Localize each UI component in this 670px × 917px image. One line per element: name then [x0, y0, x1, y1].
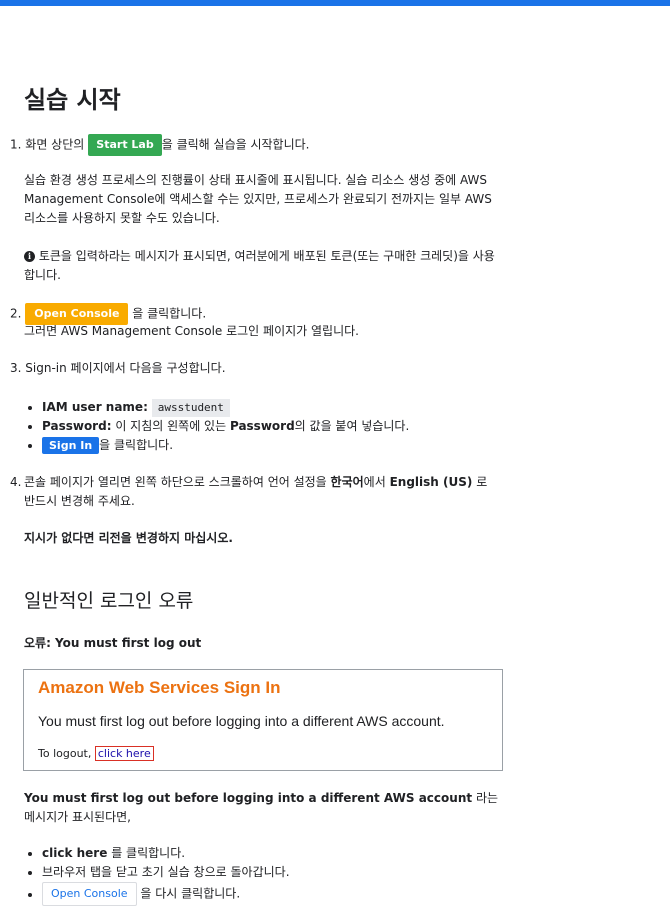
- password-bold: Password: [229, 419, 295, 433]
- logout-text: To logout,: [38, 747, 92, 760]
- step-4: 콘솔 페이지가 열리면 왼쪽 하단으로 스크롤하여 언어 설정을 한국어에서 E…: [24, 473, 496, 511]
- signin-box-title: Amazon Web Services Sign In: [38, 678, 281, 697]
- step-2-text-post: 을 클릭합니다.: [132, 306, 207, 321]
- bullet-3-rest: 을 다시 클릭합니다.: [140, 886, 241, 901]
- sign-in-button[interactable]: Sign In: [42, 437, 100, 454]
- step-3: 3. Sign-in 페이지에서 다음을 구성합니다.: [10, 359, 226, 378]
- signin-box-message: You must first log out before logging in…: [38, 713, 445, 729]
- aws-signin-screenshot: Amazon Web Services Sign In You must fir…: [23, 669, 503, 771]
- step-4-text-1: 콘솔 페이지가 열리면 왼쪽 하단으로 스크롤하여 언어 설정을: [24, 475, 327, 489]
- region-warning-text: 지시가 없다면 리전을 변경하지 마십시오.: [24, 531, 233, 545]
- step-1-text-pre: 화면 상단의: [25, 137, 85, 152]
- step-number: 2.: [10, 306, 22, 321]
- list-item: 브라우저 탭을 닫고 초기 실습 창으로 돌아갑니다.: [42, 863, 290, 882]
- password-text-2: 의 값을 붙여 넣습니다.: [294, 419, 410, 433]
- list-item: click here 를 클릭합니다.: [42, 844, 290, 863]
- step-1-note: i 토큰을 입력하라는 메시지가 표시되면, 여러분에게 배포된 토큰(또는 구…: [24, 247, 504, 285]
- password-label: Password:: [42, 419, 112, 433]
- top-accent-bar: [0, 0, 670, 6]
- list-item: Sign In을 클릭합니다.: [42, 436, 409, 455]
- list-item: Open Console 을 다시 클릭합니다.: [42, 882, 290, 906]
- list-item: Password: 이 지침의 왼쪽에 있는 Password의 값을 붙여 넣…: [42, 417, 409, 436]
- list-item: IAM user name: awsstudent: [42, 398, 409, 417]
- start-lab-button[interactable]: Start Lab: [88, 134, 162, 156]
- iam-user-value[interactable]: awsstudent: [151, 398, 230, 417]
- step-1-text-post: 을 클릭해 실습을 시작합니다.: [161, 137, 310, 152]
- info-icon: i: [24, 251, 35, 262]
- step-3-list: IAM user name: awsstudent Password: 이 지침…: [24, 398, 409, 455]
- step-4-bold-1: 한국어: [330, 475, 364, 489]
- bullet-1-bold: click here: [42, 846, 108, 860]
- error-description: You must first log out before logging in…: [24, 789, 499, 827]
- step-2-line-2: 그러면 AWS Management Console 로그인 페이지가 열립니다…: [24, 324, 359, 338]
- bullet-2-text: 브라우저 탭을 닫고 초기 실습 창으로 돌아갑니다.: [42, 865, 290, 879]
- fix-steps-list: click here 를 클릭합니다. 브라우저 탭을 닫고 초기 실습 창으로…: [24, 844, 290, 906]
- signin-box-logout: To logout, click here: [38, 746, 154, 761]
- open-console-outline-button[interactable]: Open Console: [42, 882, 137, 906]
- step-3-text: Sign-in 페이지에서 다음을 구성합니다.: [25, 361, 226, 375]
- password-text-1: 이 지침의 왼쪽에 있는: [115, 419, 227, 433]
- step-4-text-2: 에서: [363, 475, 386, 489]
- error-description-bold: You must first log out before logging in…: [24, 791, 473, 805]
- region-warning: 지시가 없다면 리전을 변경하지 마십시오.: [24, 529, 504, 548]
- section-heading: 일반적인 로그인 오류: [24, 590, 194, 612]
- bullet-1-rest: 를 클릭합니다.: [111, 846, 186, 860]
- step-1: 1. 화면 상단의 Start Lab 을 클릭해 실습을 시작합니다.: [10, 134, 309, 156]
- error-label-text: 오류: You must first log out: [24, 636, 202, 650]
- step-1-paragraph: 실습 환경 생성 프로세스의 진행률이 상태 표시줄에 표시됩니다. 실습 리소…: [24, 173, 492, 225]
- step-4-number: 4.: [10, 475, 22, 489]
- page-title: 실습 시작: [24, 86, 121, 114]
- click-here-link: click here: [94, 746, 154, 761]
- iam-user-label: IAM user name:: [42, 400, 148, 414]
- error-label: 오류: You must first log out: [24, 634, 504, 653]
- sign-in-post: 을 클릭합니다.: [99, 438, 174, 452]
- step-number: 1.: [10, 137, 22, 152]
- step-1-note-text: 토큰을 입력하라는 메시지가 표시되면, 여러분에게 배포된 토큰(또는 구매한…: [24, 249, 495, 282]
- step-4-bold-2: English (US): [389, 475, 473, 489]
- step-number: 3.: [10, 361, 22, 375]
